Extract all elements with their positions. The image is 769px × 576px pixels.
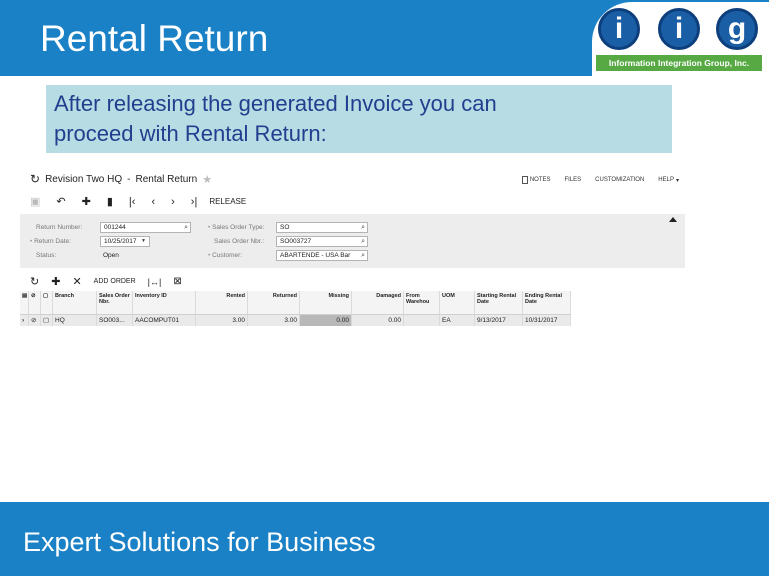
rented-cell[interactable]: 3.00 [196,315,248,326]
status-value: Open [103,252,119,259]
breadcrumb: ↻ Revision Two HQ - Rental Return ★ [30,172,212,186]
logo-letter-i-2: i [658,8,700,50]
delete-icon[interactable]: ▮ [107,195,113,208]
branch-header[interactable]: Branch [53,291,97,314]
logo-letter-g: g [716,8,758,50]
damaged-header[interactable]: Damaged [352,291,404,314]
slide-title: Rental Return [40,18,269,59]
breadcrumb-company[interactable]: Revision Two HQ [45,174,122,185]
attachment-header-icon: ⊘ [29,291,41,314]
slide: Rental Return i i g Information Integrat… [0,0,769,576]
footer-tagline: Expert Solutions for Business [23,527,376,557]
grid-delete-icon[interactable]: ✕ [72,275,81,288]
files-link[interactable]: FILES [564,176,581,184]
ending-rental-date-header[interactable]: Ending Rental Date [523,291,571,314]
collapse-caret-icon[interactable] [669,217,677,222]
footer-bar: Expert Solutions for Business [0,502,769,576]
callout-box: After releasing the generated Invoice yo… [46,85,672,153]
search-icon[interactable]: ⌕ [361,223,365,232]
app-screenshot: ↻ Revision Two HQ - Rental Return ★ NOTE… [20,162,685,334]
grid-header-row: ▤ ⊘ ▢ Branch Sales Order Nbr. Inventory … [20,291,571,315]
customization-link[interactable]: CUSTOMIZATION [595,176,644,184]
next-record-icon[interactable]: › [171,196,175,208]
breadcrumb-screen: Rental Return [135,173,198,185]
export-excel-icon[interactable]: ⊠ [173,276,181,287]
callout-line-1: After releasing the generated Invoice yo… [54,91,497,116]
add-order-button[interactable]: ADD ORDER [94,278,136,285]
ending-rental-date-cell[interactable]: 10/31/2017 [523,315,571,326]
company-logo: i i g Information Integration Group, Inc… [592,2,769,76]
breadcrumb-separator: - [127,173,131,185]
document-form: Return Number: 001244 ⌕ • Return Date: 10… [20,214,685,268]
search-icon[interactable]: ⌕ [361,237,365,246]
row-note-icon[interactable]: ▢ [41,315,53,326]
rented-header[interactable]: Rented [196,291,248,314]
missing-cell[interactable]: 0.00 [300,315,352,326]
note-header-icon: ▢ [41,291,53,314]
sales-order-type-field[interactable]: SO ⌕ [276,222,368,233]
logo-tagline: Information Integration Group, Inc. [596,55,762,71]
from-warehouse-header[interactable]: From Warehou [404,291,440,314]
returned-cell[interactable]: 3.00 [248,315,300,326]
starting-rental-date-cell[interactable]: 9/13/2017 [475,315,523,326]
undo-icon[interactable]: ↶ [56,195,65,208]
row-pointer-icon: › [20,315,29,326]
favorite-star-icon[interactable]: ★ [202,173,212,186]
sales-order-type-label: • Sales Order Type: [208,224,265,231]
customer-field[interactable]: ABARTENDE - USA Bar ⌕ [276,250,368,261]
search-icon[interactable]: ⌕ [184,223,188,232]
first-record-icon[interactable]: |‹ [129,196,136,208]
main-toolbar: ▣ ↶ ✚ ▮ |‹ ‹ › ›| RELEASE [30,195,246,209]
header-bar: Rental Return i i g Information Integrat… [0,0,769,76]
missing-header[interactable]: Missing [300,291,352,314]
return-date-field[interactable]: 10/25/2017 ▼ [100,236,150,247]
previous-record-icon[interactable]: ‹ [151,196,155,208]
row-selector-header-icon: ▤ [20,291,29,314]
notes-link[interactable]: NOTES [521,176,550,184]
grid-add-icon[interactable]: ✚ [51,275,60,288]
release-button[interactable]: RELEASE [209,197,246,206]
last-record-icon[interactable]: ›| [191,196,198,208]
return-number-label: Return Number: [36,224,83,231]
return-date-label: • Return Date: [30,238,71,245]
help-link[interactable]: HELP ▾ [658,176,679,184]
returned-header[interactable]: Returned [248,291,300,314]
search-icon[interactable]: ⌕ [361,251,365,260]
grid-toolbar: ↻ ✚ ✕ ADD ORDER |↔| ⊠ [30,275,182,288]
refresh-icon[interactable]: ↻ [30,172,40,186]
logo-letter-i-1: i [598,8,640,50]
branch-cell[interactable]: HQ [53,315,97,326]
fit-columns-icon[interactable]: |↔| [148,277,162,287]
callout-line-2: proceed with Rental Return: [54,121,327,146]
damaged-cell[interactable]: 0.00 [352,315,404,326]
notes-icon [521,176,528,184]
add-icon[interactable]: ✚ [82,195,91,208]
status-label: Status: [36,252,57,259]
table-row[interactable]: › ⊘ ▢ HQ SO003... AACOMPUT01 3.00 3.00 0… [20,315,571,326]
sales-order-nbr-label: Sales Order Nbr.: [214,238,265,245]
return-number-field[interactable]: 001244 ⌕ [100,222,191,233]
sales-order-nbr-cell[interactable]: SO003... [97,315,133,326]
starting-rental-date-header[interactable]: Starting Rental Date [475,291,523,314]
save-icon[interactable]: ▣ [30,195,40,208]
top-right-links: NOTES FILES CUSTOMIZATION HELP ▾ [521,176,679,184]
customer-label: • Customer: [208,252,243,259]
inventory-id-cell[interactable]: AACOMPUT01 [133,315,196,326]
uom-header[interactable]: UOM [440,291,475,314]
sales-order-nbr-field[interactable]: SO003727 ⌕ [276,236,368,247]
sales-order-nbr-header[interactable]: Sales Order Nbr. [97,291,133,314]
inventory-id-header[interactable]: Inventory ID [133,291,196,314]
grid-refresh-icon[interactable]: ↻ [30,275,39,288]
from-warehouse-cell[interactable] [404,315,440,326]
dropdown-icon[interactable]: ▼ [141,237,146,246]
uom-cell[interactable]: EA [440,315,475,326]
row-attachment-icon[interactable]: ⊘ [29,315,41,326]
